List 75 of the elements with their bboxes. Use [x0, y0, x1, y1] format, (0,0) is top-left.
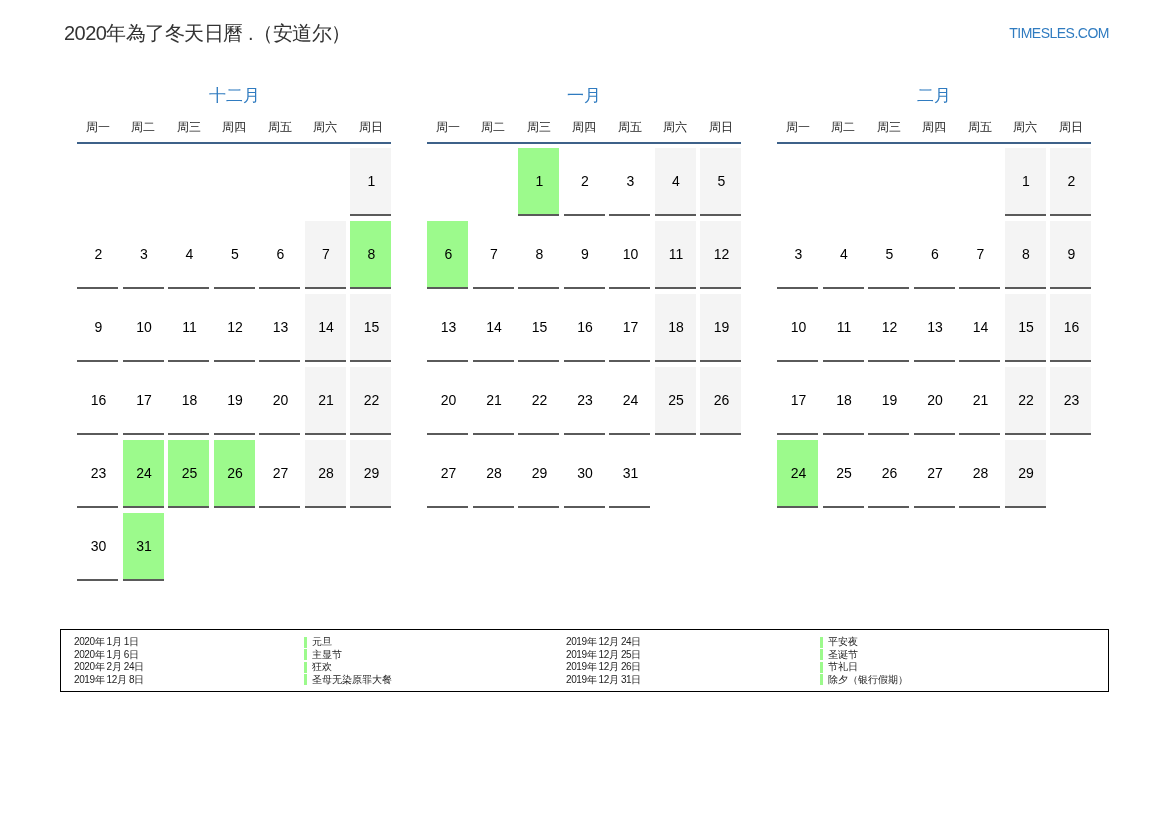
weekday-label: 周六 [1013, 119, 1037, 135]
holiday-date: 2019年 12月 24日 [566, 636, 641, 649]
holiday-name: 主显节 [312, 648, 342, 661]
month-title: 十二月 [208, 85, 260, 107]
weekday-label: 周日 [1058, 119, 1083, 135]
page-title: 2020年為了冬天日曆 .（安道尔） [63, 21, 351, 46]
day-cell: 19 [700, 294, 741, 362]
day-cell: 1 [350, 148, 391, 216]
holiday-date: 2020年 1月 6日 [74, 648, 139, 661]
day-cell: 24 [122, 440, 164, 508]
day-cell: 31 [122, 513, 164, 581]
weekday-label: 周二 [831, 119, 855, 135]
day-cell: 7 [304, 221, 346, 289]
day-cell: 22 [1004, 367, 1046, 435]
day-cell: 8 [350, 221, 391, 289]
weekday-label: 周三 [176, 119, 201, 135]
day-cell: 15 [1004, 294, 1046, 362]
weekday-label: 周三 [526, 119, 551, 135]
holiday-date: 2020年 2月 24日 [74, 661, 144, 674]
day-cell: 1 [518, 148, 559, 216]
day-cell: 23 [1050, 367, 1091, 435]
day-cell: 26 [213, 440, 255, 508]
weekday-label: 周一 [785, 119, 810, 135]
day-cell: 9 [1050, 221, 1091, 289]
day-cell: 11 [654, 221, 696, 289]
weekday-label: 周五 [967, 119, 992, 135]
holiday-name: 元旦 [312, 636, 332, 649]
weekday-label: 周五 [617, 119, 642, 135]
day-cell: 1 [1004, 148, 1046, 216]
holiday-date: 2019年 12月 31日 [566, 673, 641, 686]
day-cell: 22 [350, 367, 391, 435]
day-cell: 12 [700, 221, 741, 289]
weekday-label: 周日 [358, 119, 383, 135]
day-cell: 14 [304, 294, 346, 362]
weekday-label: 周二 [131, 119, 155, 135]
weekday-label: 周四 [922, 119, 946, 135]
day-cell: 26 [700, 367, 741, 435]
day-cell: 29 [350, 440, 391, 508]
weekday-label: 周二 [481, 119, 505, 135]
day-cell: 4 [654, 148, 696, 216]
holiday-date: 2019年 12月 8日 [74, 673, 144, 686]
holiday-date: 2020年 1月 1日 [74, 636, 139, 649]
day-cell: 29 [1004, 440, 1046, 508]
holiday-name: 圣诞节 [828, 648, 858, 661]
holiday-name: 圣母无染原罪大餐 [312, 673, 392, 686]
weekday-label: 周六 [663, 119, 687, 135]
weekday-label: 周六 [313, 119, 337, 135]
weekday-label: 周一 [435, 119, 460, 135]
day-cell: 25 [168, 440, 209, 508]
day-cell: 15 [350, 294, 391, 362]
weekday-label: 周一 [85, 119, 110, 135]
day-cell: 18 [654, 294, 696, 362]
site-logo[interactable]: TIMESLES.COM [1009, 24, 1109, 42]
holiday-name: 节礼日 [828, 661, 858, 674]
day-cell: 21 [304, 367, 346, 435]
weekday-label: 周日 [708, 119, 733, 135]
day-cell: 2 [1050, 148, 1091, 216]
day-cell: 28 [304, 440, 346, 508]
holiday-name: 除夕（银行假期） [828, 673, 908, 686]
day-cell: 16 [1050, 294, 1091, 362]
holiday-date: 2019年 12月 25日 [566, 648, 641, 661]
day-cell: 25 [654, 367, 696, 435]
weekday-label: 周三 [876, 119, 901, 135]
day-cell: 8 [1004, 221, 1046, 289]
holiday-date: 2019年 12月 26日 [566, 661, 641, 674]
holiday-name: 平安夜 [828, 636, 858, 649]
weekday-label: 周四 [222, 119, 246, 135]
holiday-name: 狂欢 [312, 661, 332, 674]
day-cell: 5 [700, 148, 741, 216]
weekday-label: 周五 [267, 119, 292, 135]
day-cell: 24 [777, 440, 818, 508]
month-title: 二月 [917, 85, 951, 107]
month-title: 一月 [567, 85, 601, 107]
day-cell: 6 [427, 221, 468, 289]
weekday-label: 周四 [572, 119, 596, 135]
